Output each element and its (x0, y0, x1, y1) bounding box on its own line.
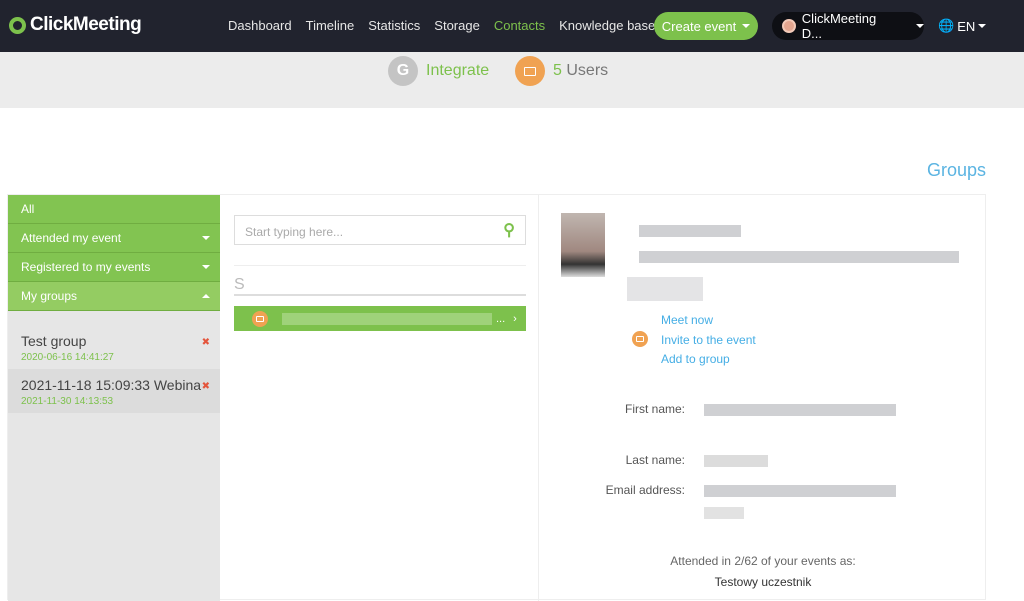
chevron-down-icon (202, 236, 210, 244)
delete-icon[interactable]: ✖ (202, 381, 210, 392)
create-event-button[interactable]: Create event (654, 12, 758, 40)
contact-list: Start typing here... ⚲ S ... › (220, 195, 539, 601)
group-name: 2021-11-18 15:09:33 Webinar (21, 377, 201, 393)
stats-band: G Integrate 5 Users (0, 52, 1024, 108)
filter-registered[interactable]: Registered to my events (8, 253, 220, 282)
last-name-label: Last name: (625, 453, 685, 467)
attended-summary: Attended in 2/62 of your events as: (670, 554, 856, 568)
redacted-photo (561, 213, 605, 277)
language-selector[interactable]: 🌐 EN (938, 18, 987, 34)
chevron-down-icon (742, 24, 751, 32)
contacts-panel: All Attended my event Registered to my e… (7, 194, 987, 601)
filter-label: My groups (21, 289, 78, 303)
account-name: ClickMeeting D... (801, 11, 877, 41)
chevron-down-icon (916, 24, 924, 32)
add-to-group-link[interactable]: Add to group (661, 350, 756, 370)
filter-all[interactable]: All (8, 195, 220, 224)
users-label: Users (566, 62, 609, 79)
first-name-label: First name: (624, 402, 685, 416)
meet-now-link[interactable]: Meet now (661, 311, 756, 331)
filter-my-groups[interactable]: My groups (8, 282, 220, 311)
chevron-up-icon (202, 290, 210, 298)
brand-name: ClickMeeting (30, 14, 142, 35)
nav-contacts[interactable]: Contacts (494, 18, 545, 33)
email-label: Email address: (605, 483, 685, 497)
redacted-first-name (704, 404, 896, 416)
group-item[interactable]: Test group 2020-06-16 14:41:27 ✖ (8, 325, 220, 369)
language-label: EN (957, 18, 976, 34)
nav-storage[interactable]: Storage (434, 18, 480, 33)
nav-statistics[interactable]: Statistics (368, 18, 420, 33)
contact-row[interactable]: ... › (234, 306, 526, 331)
group-name: Test group (21, 333, 87, 349)
globe-icon: 🌐 (938, 18, 955, 33)
redacted-name (282, 312, 492, 325)
chevron-down-icon (978, 24, 987, 32)
avatar (782, 19, 796, 33)
screen-icon (632, 331, 648, 347)
redacted-email (704, 507, 744, 519)
delete-icon[interactable]: ✖ (202, 337, 210, 348)
search-input[interactable]: Start typing here... ⚲ (234, 215, 526, 245)
chevron-down-icon (202, 265, 210, 273)
clickmeeting-logo[interactable]: ClickMeeting (9, 14, 142, 36)
group-date: 2020-06-16 14:41:27 (21, 352, 114, 363)
account-menu[interactable]: ClickMeeting D... (772, 11, 924, 41)
users-count: 5 Users (515, 56, 608, 86)
nav-dashboard[interactable]: Dashboard (228, 18, 292, 33)
google-icon: G (388, 56, 418, 86)
screen-icon (252, 310, 268, 327)
users-number: 5 (553, 62, 562, 79)
chevron-right-icon: › (513, 312, 517, 325)
filter-label: Registered to my events (21, 260, 151, 274)
redacted-last-name (704, 455, 768, 467)
redacted-text (639, 251, 959, 263)
top-navbar: ClickMeeting Dashboard Timeline Statisti… (0, 0, 1024, 57)
integrate-label: Integrate (426, 62, 490, 79)
screen-icon (515, 56, 545, 86)
filter-attended[interactable]: Attended my event (8, 224, 220, 253)
contact-detail: Meet now Invite to the event Add to grou… (539, 195, 987, 601)
group-date: 2021-11-30 14:13:53 (21, 396, 114, 407)
sidebar: All Attended my event Registered to my e… (8, 195, 220, 601)
search-icon[interactable]: ⚲ (503, 220, 515, 240)
nav-knowledge-base[interactable]: Knowledge base (559, 18, 655, 33)
invite-link[interactable]: Invite to the event (661, 331, 756, 351)
letter-header: S (234, 265, 526, 296)
attendee-role: Testowy uczestnik (714, 575, 812, 589)
search-placeholder: Start typing here... (245, 225, 344, 239)
logo-icon (9, 16, 26, 34)
redacted-text (627, 277, 703, 301)
ellipsis: ... (496, 312, 506, 325)
group-item[interactable]: 2021-11-18 15:09:33 Webinar 2021-11-30 14… (8, 369, 220, 413)
nav-timeline[interactable]: Timeline (306, 18, 355, 33)
redacted-email (704, 485, 896, 497)
create-event-label: Create event (661, 18, 737, 34)
redacted-text (639, 225, 741, 237)
filter-label: Attended my event (21, 231, 122, 245)
groups-link[interactable]: Groups (927, 160, 986, 181)
filter-label: All (21, 202, 35, 216)
integrate-link[interactable]: G Integrate (388, 56, 489, 86)
